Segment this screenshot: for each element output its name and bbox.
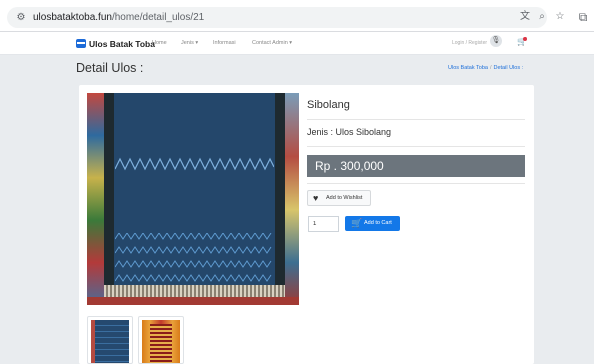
translate-icon[interactable]: 文 [518, 10, 532, 24]
login-register-link[interactable]: Login / Register [452, 40, 487, 46]
browser-chrome: ⚙ ulosbataktoba.fun/home/detail_ulos/21 … [0, 0, 594, 32]
breadcrumb-separator: / [489, 65, 492, 71]
quantity-input[interactable] [308, 216, 339, 232]
product-thumbnail-2[interactable] [138, 316, 184, 364]
product-thumbnail-1[interactable] [87, 316, 133, 364]
product-main-image [87, 93, 299, 305]
url-host: ulosbataktoba.fun [33, 12, 112, 23]
nav-item-contact-admin[interactable]: Contact Admin ▾ [252, 40, 292, 46]
divider [307, 146, 525, 147]
nav-item-informasi[interactable]: Informasi [213, 40, 236, 46]
add-to-cart-label: Add to Cart [364, 220, 392, 226]
mic-icon[interactable]: 🎙 [490, 35, 502, 47]
extensions-icon[interactable]: ⧉ [576, 10, 590, 24]
divider [307, 119, 525, 120]
navbar: Ulos Batak Toba Home Jenis ▾ Informasi C… [0, 32, 594, 55]
divider [307, 183, 525, 184]
bookmark-star-icon[interactable]: ☆ [553, 10, 567, 24]
brand-logo-icon [76, 39, 86, 48]
product-price: Rp . 300,000 [315, 159, 384, 173]
zoom-icon[interactable]: ⌕ [535, 10, 549, 24]
product-name: Sibolang [307, 99, 350, 111]
add-to-wishlist-button[interactable]: ♥ Add to Wishlist [307, 190, 371, 206]
cart-icon: 🛒 [351, 218, 363, 228]
nav-item-jenis[interactable]: Jenis ▾ [181, 40, 198, 46]
cart-badge [523, 37, 527, 41]
add-to-cart-button[interactable]: 🛒 Add to Cart [345, 216, 400, 231]
site-info-icon[interactable]: ⚙ [14, 11, 28, 25]
page-title: Detail Ulos : [76, 61, 144, 75]
brand-text: Ulos Batak Toba [89, 38, 155, 49]
brand-link[interactable]: Ulos Batak Toba [76, 37, 155, 50]
breadcrumb-home[interactable]: Ulos Batak Toba [448, 65, 488, 71]
breadcrumb: Ulos Batak Toba / Detail Ulos : [448, 65, 523, 71]
product-jenis: Jenis : Ulos Sibolang [307, 127, 392, 137]
nav-item-home[interactable]: Home [152, 40, 167, 46]
heart-icon: ♥ [313, 193, 319, 203]
breadcrumb-current: Detail Ulos : [493, 65, 524, 71]
url-text[interactable]: ulosbataktoba.fun/home/detail_ulos/21 [33, 11, 204, 25]
wishlist-label: Add to Wishlist [326, 195, 363, 201]
url-path: /home/detail_ulos/21 [111, 12, 205, 23]
